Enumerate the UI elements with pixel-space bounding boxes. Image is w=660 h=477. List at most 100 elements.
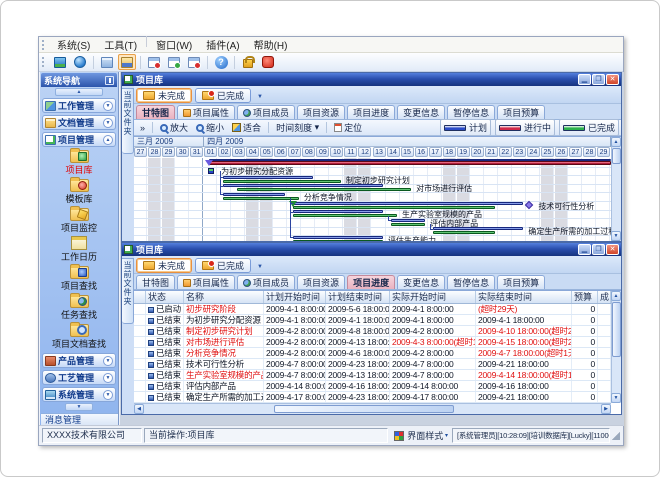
tab-4[interactable]: 项目进度 — [347, 275, 395, 289]
table-row[interactable]: 已结束技术可行性分析2009-4-7 8:00:002009-4-23 18:0… — [134, 359, 621, 370]
sidebar-group-project-management[interactable]: 项目管理▲ — [42, 132, 116, 147]
gantt-actual-bar[interactable] — [391, 223, 425, 226]
scroll-left-button[interactable]: ◀ — [134, 404, 144, 414]
sidebar-item-project-search[interactable]: 项目查找 — [41, 264, 117, 293]
menu-item-0[interactable]: 系统(S) — [50, 36, 97, 53]
column-header-6[interactable]: 实际结束时间 — [476, 291, 572, 303]
sidebar-group-document-management[interactable]: 文档管理▼ — [42, 115, 116, 130]
system-icon-button[interactable] — [51, 54, 69, 70]
minimize-button[interactable]: ▁ — [578, 74, 591, 85]
toolbar-grip[interactable] — [42, 57, 47, 67]
restore-button[interactable]: ❐ — [592, 74, 605, 85]
globe-icon-button[interactable] — [71, 54, 89, 70]
sidebar-group-work-management[interactable]: 工作管理▼ — [42, 98, 116, 113]
current-folder-side-tab[interactable]: 当前文件夹 — [122, 258, 134, 324]
exit-icon-button[interactable] — [259, 54, 277, 70]
scroll-up-button[interactable]: ▲ — [611, 137, 621, 147]
scroll-down-button[interactable]: ▼ — [611, 231, 621, 241]
tab-6[interactable]: 暂停信息 — [447, 275, 495, 289]
tab-3[interactable]: 项目资源 — [297, 105, 345, 119]
scroll-thumb[interactable] — [612, 148, 621, 164]
tab-1[interactable]: 项目属性 — [177, 105, 235, 119]
folder-tab-unfinished[interactable]: 未完成 — [136, 258, 192, 273]
gantt-plan-bar[interactable] — [223, 193, 285, 196]
sidebar-item-project-doc-search[interactable]: 项目文档查找 — [41, 322, 117, 351]
save-icon-button[interactable] — [118, 54, 136, 70]
folder-tab-finished[interactable]: 已完成 — [195, 258, 251, 273]
sidebar-item-task-search[interactable]: 任务查找 — [41, 293, 117, 322]
scroll-right-button[interactable]: ▶ — [601, 404, 611, 414]
folder-tab-finished[interactable]: 已完成 — [195, 88, 251, 103]
column-header-8[interactable]: 成 — [598, 291, 611, 303]
menu-item-4[interactable]: 帮助(H) — [247, 36, 295, 53]
tab-2[interactable]: 项目成员 — [237, 275, 295, 289]
sidebar-group-system-management[interactable]: 系统管理▼ — [42, 387, 116, 402]
table-row[interactable]: 已结束分析竞争情况2009-4-2 8:00:002009-4-6 18:00:… — [134, 348, 621, 359]
form-window-icon-2-button[interactable] — [165, 54, 183, 70]
gantt-plan-bar[interactable] — [223, 176, 313, 179]
tab-0[interactable]: 甘特图 — [136, 275, 175, 289]
scroll-up-button[interactable]: ▲ — [611, 291, 621, 301]
fit-button[interactable]: 适合 — [228, 121, 265, 135]
form-window-icon-3-button[interactable] — [185, 54, 203, 70]
gantt-plan-bar[interactable] — [391, 219, 425, 222]
column-header-5[interactable]: 实际开始时间 — [390, 291, 476, 303]
table-row[interactable]: 已结束评估内部产品2009-4-14 8:00:002009-4-16 18:0… — [134, 381, 621, 392]
table-vertical-scrollbar[interactable]: ▲▼ — [611, 291, 621, 403]
column-header-7[interactable]: 预算 — [572, 291, 598, 303]
tab-2[interactable]: 项目成员 — [237, 105, 295, 119]
sidebar-collapse-button[interactable]: ▲ — [55, 88, 103, 96]
tab-5[interactable]: 变更信息 — [397, 105, 445, 119]
zoom-in-button[interactable]: 放大 — [156, 121, 192, 135]
tab-7[interactable]: 项目预算 — [497, 105, 545, 119]
open-folder-icon-button[interactable] — [98, 54, 116, 70]
tab-1[interactable]: 项目属性 — [177, 275, 235, 289]
table-row[interactable]: 已结束确定生产所需的加工过程2009-4-17 8:00:002009-4-23… — [134, 392, 621, 403]
folder-tab-overflow-button[interactable]: ▼ — [254, 91, 266, 103]
progress-window-titlebar[interactable]: 项目库 ▁ ❐ ✕ — [122, 243, 621, 256]
minimize-button[interactable]: ▁ — [578, 244, 591, 255]
gantt-actual-bar[interactable] — [293, 206, 495, 209]
chevron-down-icon[interactable]: ▼ — [103, 101, 113, 111]
scroll-down-button[interactable]: ▼ — [611, 393, 621, 403]
resize-grip[interactable] — [612, 432, 620, 440]
column-header-1[interactable]: 状态 — [146, 291, 184, 303]
tab-4[interactable]: 项目进度 — [347, 105, 395, 119]
gantt-actual-bar[interactable] — [223, 180, 341, 183]
gantt-vertical-scrollbar[interactable]: ▲▼ — [611, 137, 621, 241]
table-row[interactable]: 已结束生产实验室规模的产品2009-4-7 8:00:002009-4-13 1… — [134, 370, 621, 381]
sidebar-item-project-library[interactable]: 项目库 — [41, 148, 117, 177]
column-header-0[interactable] — [134, 291, 146, 303]
time-scale-dropdown[interactable]: 时间刻度 ▾ — [272, 121, 323, 135]
chevron-down-icon[interactable]: ▼ — [103, 373, 113, 383]
ui-style-button[interactable]: 界面样式 — [407, 429, 443, 442]
folder-tab-unfinished[interactable]: 未完成 — [136, 88, 192, 103]
sidebar-group-process-management[interactable]: 工艺管理▼ — [42, 370, 116, 385]
tab-5[interactable]: 变更信息 — [397, 275, 445, 289]
gantt-plan-bar[interactable] — [433, 227, 523, 230]
table-horizontal-scrollbar[interactable]: ◀▶ — [134, 403, 611, 414]
tab-3[interactable]: 项目资源 — [297, 275, 345, 289]
chevron-down-icon[interactable]: ▼ — [103, 118, 113, 128]
gantt-plan-bar[interactable] — [293, 210, 383, 213]
table-row[interactable]: 已启动初步研究阶段2009-4-1 8:00:002009-5-6 18:00:… — [134, 304, 621, 315]
sidebar-item-work-calendar[interactable]: 工作日历 — [41, 235, 117, 264]
menu-item-3[interactable]: 插件(A) — [199, 36, 246, 53]
gantt-actual-bar[interactable] — [293, 214, 397, 217]
gantt-actual-bar[interactable] — [237, 188, 411, 191]
zoom-out-button[interactable]: 缩小 — [192, 121, 228, 135]
form-window-icon-button[interactable] — [145, 54, 163, 70]
gantt-summary-progress-bar[interactable] — [209, 161, 611, 165]
folder-tab-overflow-button[interactable]: ▼ — [254, 261, 266, 273]
sidebar-item-template-library[interactable]: 模板库 — [41, 177, 117, 206]
menu-item-1[interactable]: 工具(T) — [97, 36, 144, 53]
menubar-grip[interactable] — [42, 40, 47, 50]
chevron-down-icon[interactable]: ▼ — [103, 356, 113, 366]
gantt-actual-bar[interactable] — [293, 240, 383, 241]
gantt-plan-bar[interactable] — [293, 236, 383, 239]
pin-icon[interactable] — [105, 76, 114, 85]
scroll-thumb[interactable] — [274, 405, 454, 413]
close-button[interactable]: ✕ — [606, 74, 619, 85]
tab-6[interactable]: 暂停信息 — [447, 105, 495, 119]
sidebar-item-project-monitor[interactable]: 项目监控 — [41, 206, 117, 235]
